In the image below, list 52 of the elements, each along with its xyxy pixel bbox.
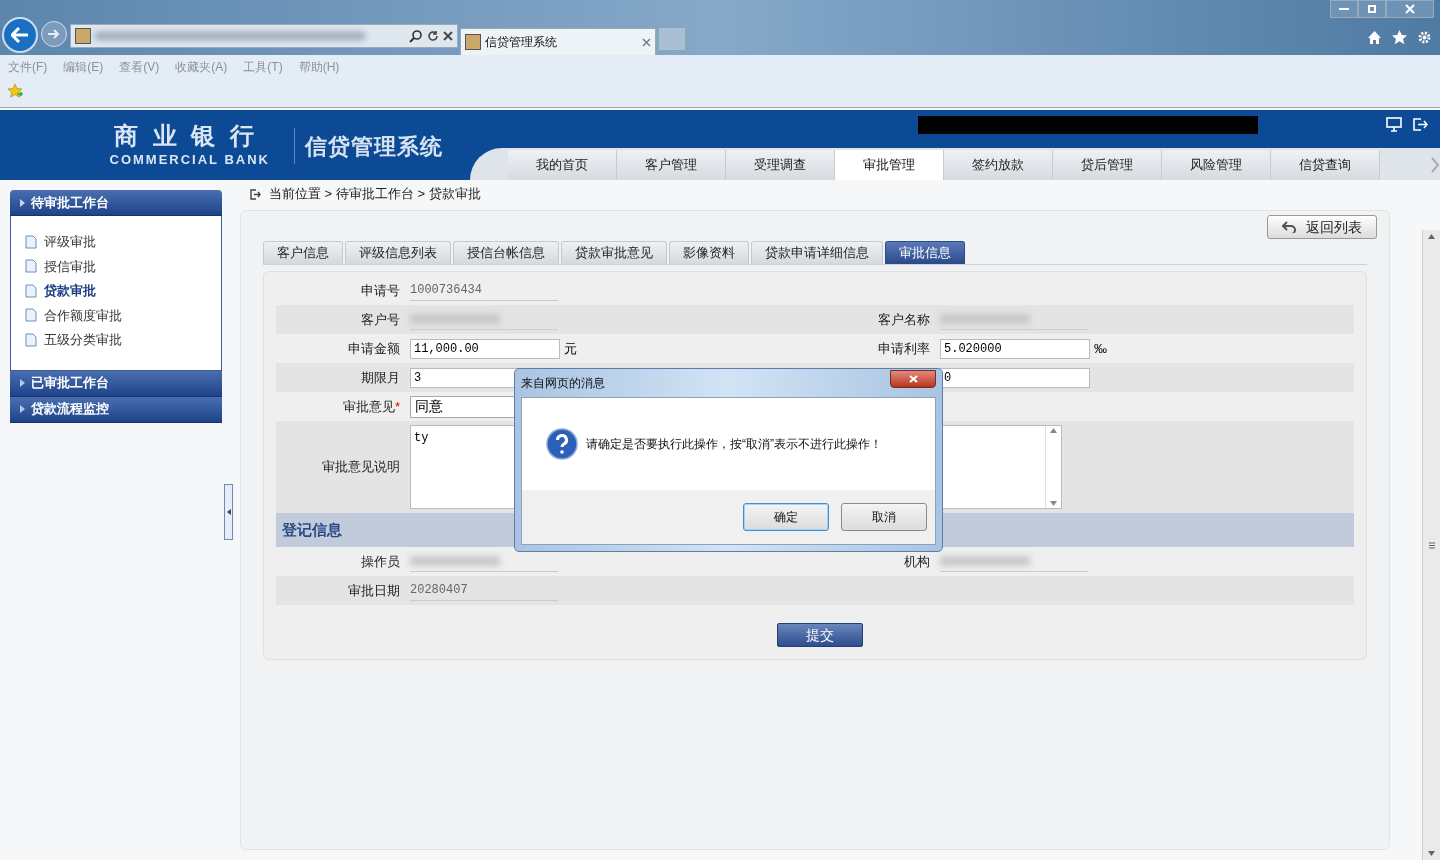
bank-name: 商 业 银 行: [114, 122, 258, 151]
section-title: 登记信息: [282, 519, 342, 540]
nav-tab[interactable]: 受理调查: [726, 150, 835, 180]
input-field[interactable]: 0: [940, 367, 1090, 388]
nav-tab[interactable]: 审批管理: [835, 150, 944, 180]
field-label: 审批日期: [348, 581, 400, 600]
field-label: 机构: [904, 552, 930, 571]
tab[interactable]: 贷款申请详细信息: [751, 241, 883, 264]
back-to-list-button[interactable]: 返回列表: [1267, 215, 1377, 239]
tab[interactable]: 评级信息列表: [345, 241, 451, 264]
field-value: 1000736434: [410, 280, 558, 301]
tab[interactable]: 贷款审批意见: [561, 241, 667, 264]
bank-name-english: COMMERCIAL BANK: [109, 151, 270, 170]
field-label: 审批意见说明: [322, 458, 400, 477]
tab[interactable]: 影像资料: [669, 241, 749, 264]
dialog-button[interactable]: 取消: [841, 503, 927, 531]
sidebar-link[interactable]: 评级审批: [44, 232, 96, 252]
sidebar-group-header[interactable]: 待审批工作台: [10, 190, 222, 216]
unit-label: ‰: [1094, 339, 1107, 358]
sidebar-link[interactable]: 贷款审批: [44, 281, 96, 301]
nav-tab[interactable]: 风险管理: [1162, 150, 1271, 180]
nav-tab[interactable]: 贷后管理: [1053, 150, 1162, 180]
tab[interactable]: 授信台帐信息: [453, 241, 559, 264]
breadcrumb: 当前位置 > 待审批工作台 > 贷款审批: [269, 185, 481, 204]
sidebar-link[interactable]: 授信审批: [44, 256, 96, 276]
input-field[interactable]: 5.020000: [940, 338, 1090, 359]
field-label: 申请利率: [878, 339, 930, 358]
field-label: 期限月: [361, 368, 400, 387]
dialog-message: 请确定是否要执行此操作，按“取消”表示不进行此操作！: [586, 436, 882, 453]
sidebar-group-header[interactable]: 贷款流程监控: [10, 396, 222, 423]
sidebar-link[interactable]: 合作额度审批: [44, 305, 122, 325]
field-label: 客户名称: [878, 310, 930, 329]
field-label: 申请金额: [348, 339, 400, 358]
system-name: 信贷管理系统: [305, 133, 443, 161]
nav-tab[interactable]: 签约放款: [944, 150, 1053, 180]
field-value: 20280407: [410, 580, 558, 601]
input-field[interactable]: 11,000.00: [410, 338, 560, 359]
nav-tab[interactable]: 我的首页: [508, 150, 617, 180]
sidebar-group-header[interactable]: 已审批工作台: [10, 370, 222, 397]
dialog-button[interactable]: 确定: [743, 503, 829, 531]
tab[interactable]: 客户信息: [263, 241, 343, 264]
submit-button[interactable]: 提交: [777, 623, 863, 647]
sidebar-link[interactable]: 五级分类审批: [44, 330, 122, 350]
field-label: 审批意见*: [342, 397, 400, 416]
browser-tab[interactable]: 信贷管理系统: [460, 28, 656, 55]
field-label: 客户号: [361, 310, 400, 329]
unit-label: 元: [564, 339, 577, 358]
field-label: 申请号: [361, 281, 400, 300]
nav-tab[interactable]: 客户管理: [617, 150, 726, 180]
tab[interactable]: 审批信息: [885, 241, 965, 264]
field-label: 操作员: [361, 552, 400, 571]
nav-tab[interactable]: 信贷查询: [1271, 150, 1380, 180]
